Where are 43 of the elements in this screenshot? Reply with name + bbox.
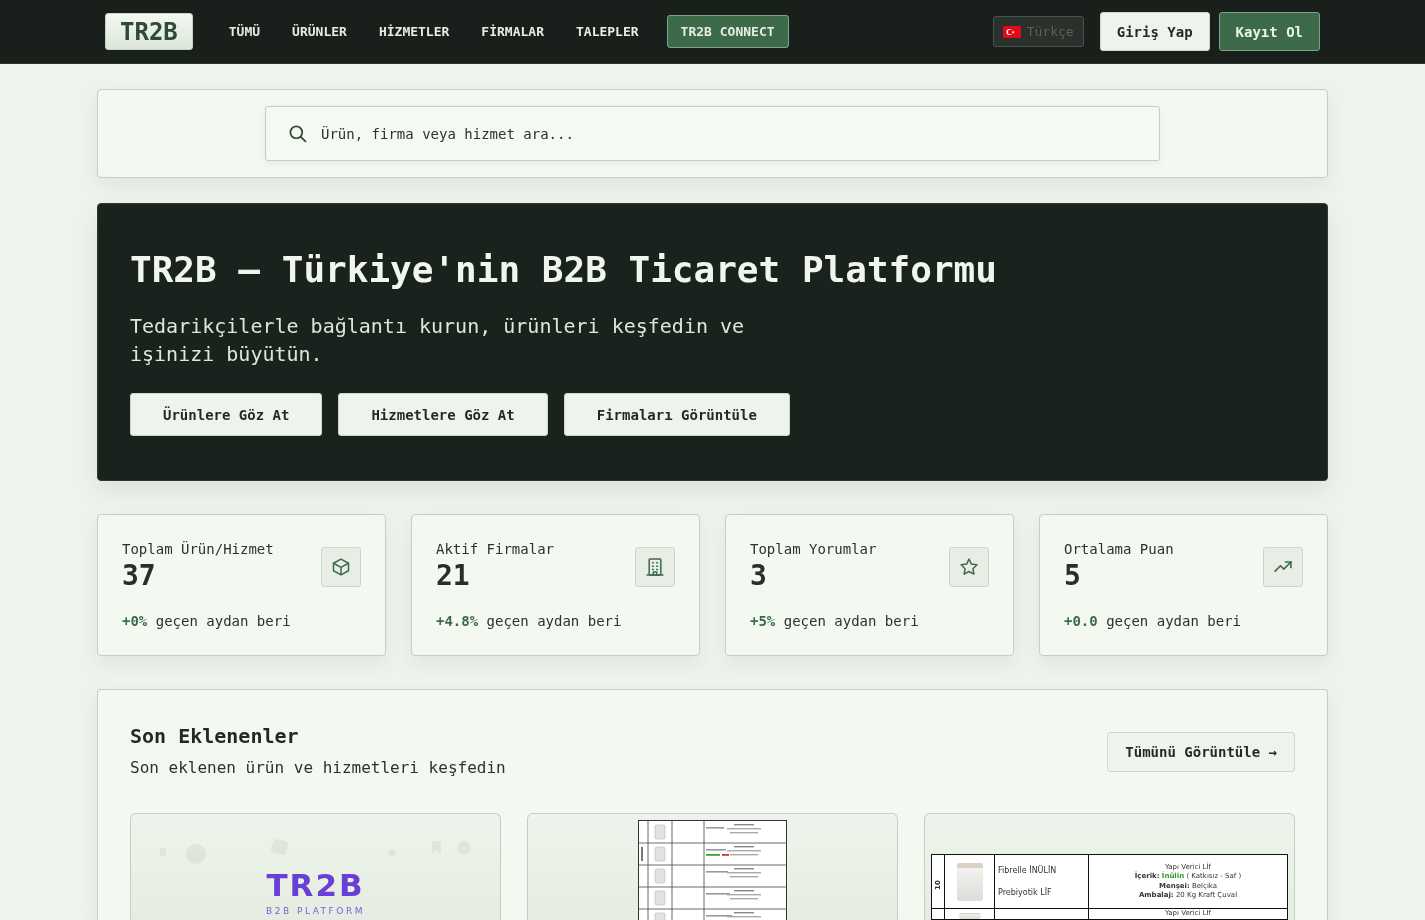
product-card[interactable]: TR2B B2B PLATFORM bbox=[130, 813, 501, 920]
stat-value: 21 bbox=[436, 559, 471, 593]
section-title: Son Eklenenler bbox=[130, 723, 300, 750]
section-subtitle: Son eklenen ürün ve hizmetleri keşfedin bbox=[130, 757, 506, 779]
stat-label: Ortalama Puan bbox=[1064, 540, 1174, 559]
cube-icon bbox=[321, 547, 361, 587]
hero-button[interactable]: Hizmetlere Göz At bbox=[338, 393, 548, 436]
search-field[interactable]: Ürün, firma veya hizmet ara... bbox=[265, 106, 1160, 161]
nav-link[interactable]: ÜRÜNLER bbox=[276, 16, 363, 47]
hero-subtitle: Tedarikçilerle bağlantı kurun, ürünleri keşfedin ve işinizi büyütün. bbox=[130, 313, 746, 368]
stat-change: +0.0 geçen aydan beri bbox=[1064, 612, 1242, 631]
site-logo[interactable]: TR2B bbox=[105, 13, 193, 50]
stat-change: +4.8% geçen aydan beri bbox=[436, 612, 623, 631]
search-icon bbox=[288, 124, 307, 143]
product-type: Prebiyotik LİF bbox=[998, 887, 1053, 898]
view-all-button[interactable]: Tümünü Görüntüle → bbox=[1107, 732, 1295, 772]
photo-placeholder bbox=[958, 912, 981, 919]
stat-value: 3 bbox=[750, 559, 768, 593]
stat-change: +0% geçen aydan beri bbox=[122, 612, 292, 631]
hero-button[interactable]: Ürünlere Göz At bbox=[130, 393, 323, 436]
nav-link[interactable]: FİRMALAR bbox=[465, 16, 560, 47]
stat-label: Toplam Ürün/Hizmet bbox=[122, 540, 274, 559]
nav-button[interactable]: TR2B CONNECT bbox=[666, 15, 789, 48]
logo-tagline: B2B PLATFORM bbox=[266, 906, 365, 917]
hero-button[interactable]: Firmaları Görüntüle bbox=[563, 393, 790, 436]
building-icon bbox=[635, 547, 675, 587]
trend-up-icon bbox=[1263, 547, 1303, 587]
nav-link[interactable]: TALEPLER bbox=[560, 16, 655, 47]
nav-link[interactable]: TÜMÜ bbox=[212, 16, 277, 47]
register-button[interactable]: Kayıt Ol bbox=[1218, 12, 1320, 51]
stat-label: Aktif Firmalar bbox=[436, 540, 554, 559]
hero-title: TR2B – Türkiye'nin B2B Ticaret Platformu bbox=[130, 248, 998, 292]
photo-placeholder bbox=[956, 862, 983, 901]
login-button[interactable]: Giriş Yap bbox=[1099, 12, 1210, 51]
flag-icon bbox=[1002, 25, 1021, 38]
stat-label: Toplam Yorumlar bbox=[750, 540, 877, 559]
product-name: Fibrelle İNÜLİN bbox=[998, 865, 1058, 876]
nav-link[interactable]: HİZMETLER bbox=[362, 16, 466, 47]
product-card[interactable] bbox=[527, 813, 898, 920]
stat-change: +5% geçen aydan beri bbox=[750, 612, 920, 631]
stat-value: 5 bbox=[1064, 559, 1082, 593]
stat-value: 37 bbox=[122, 559, 157, 593]
logo-title: TR2B bbox=[266, 866, 365, 904]
